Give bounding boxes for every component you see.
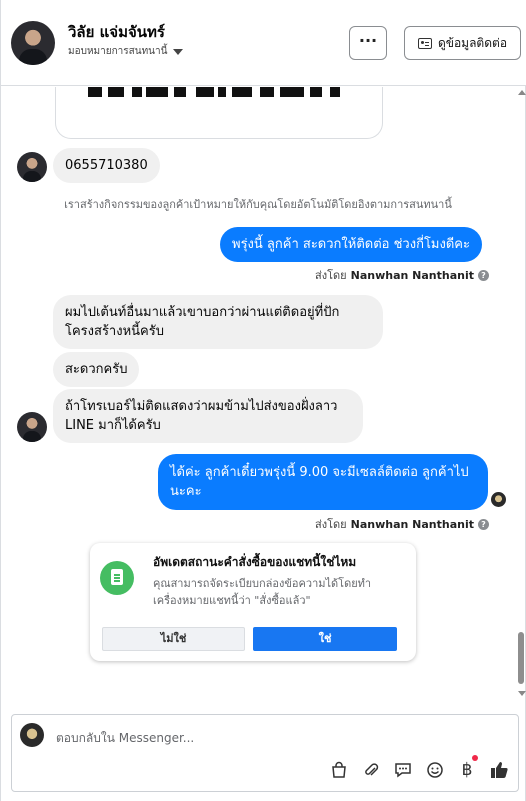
assign-conversation-dropdown[interactable]: มอบหมายการสนทนานี้ <box>68 44 184 59</box>
outgoing-message[interactable]: พรุ่งนี้ ลูกค้า สะดวกให้ติดต่อ ช่วงกี่โม… <box>220 227 482 262</box>
scroll-up-arrow-icon[interactable] <box>518 90 526 95</box>
page-avatar <box>20 723 44 747</box>
prompt-title: อัพเดตสถานะคำสั่งซื้อของแชทนี้ใช่ไหม <box>153 555 357 569</box>
help-icon[interactable]: ? <box>478 269 489 281</box>
contact-avatar-small <box>17 412 47 442</box>
sent-by-name[interactable]: Nanwhan Nanthanit <box>351 269 474 282</box>
caret-down-icon <box>173 48 184 55</box>
payment-icon[interactable]: ฿ <box>456 759 478 781</box>
no-button[interactable]: ไม่ใช่ <box>102 627 245 651</box>
sent-by-name[interactable]: Nanwhan Nanthanit <box>351 518 474 531</box>
yes-button[interactable]: ใช่ <box>253 627 397 651</box>
contact-avatar[interactable] <box>11 21 55 65</box>
shopping-bag-icon[interactable] <box>328 759 350 781</box>
thread-scrollbar[interactable] <box>515 87 526 699</box>
conversation-header: วิลัย แจ่มจันทร์ มอบหมายการสนทนานี้ ··· … <box>1 0 526 86</box>
contact-name[interactable]: วิลัย แจ่มจันทร์ <box>68 20 165 44</box>
order-status-prompt: อัพเดตสถานะคำสั่งซื้อของแชทนี้ใช่ไหม คุณ… <box>90 543 416 661</box>
reply-input[interactable]: ตอบกลับใน Messenger... <box>56 729 194 748</box>
order-list-icon <box>100 561 134 595</box>
incoming-message[interactable]: ถ้าโทรเบอร์ไม่ติดแสดงว่าผมข้ามไปส่งของฝั… <box>53 389 363 443</box>
attachment-icon[interactable] <box>360 759 382 781</box>
view-contact-label: ดูข้อมูลติดต่อ <box>437 35 508 50</box>
more-options-button[interactable]: ··· <box>349 26 387 60</box>
messenger-inbox-window: วิลัย แจ่มจันทร์ มอบหมายการสนทนานี้ ··· … <box>0 0 526 801</box>
assign-label: มอบหมายการสนทนานี้ <box>68 46 168 57</box>
scroll-down-arrow-icon[interactable] <box>518 691 526 696</box>
sent-by-label: ส่งโดย Nanwhan Nanthanit ? <box>315 515 489 533</box>
saved-reply-icon[interactable] <box>392 759 414 781</box>
emoji-icon[interactable] <box>424 759 446 781</box>
like-icon[interactable] <box>488 759 510 781</box>
system-notice: เราสร้างกิจกรรมของลูกค้าเป้าหมายให้กับคุ… <box>64 198 452 211</box>
sent-by-label: ส่งโดย Nanwhan Nanthanit ? <box>315 266 489 284</box>
prompt-body: คุณสามารถจัดระเบียบกล่องข้อความได้โดยทำเ… <box>153 577 372 607</box>
qr-code-image <box>88 87 344 97</box>
incoming-message[interactable]: ผมไปเต้นท์อื่นมาแล้วเขาบอกว่าผ่านแต่ติดอ… <box>53 295 383 349</box>
notification-dot <box>472 755 478 761</box>
sent-by-prefix: ส่งโดย <box>315 518 347 531</box>
scrollbar-thumb[interactable] <box>518 632 524 684</box>
message-thread[interactable]: 0655710380 เราสร้างกิจกรรมของลูกค้าเป้าห… <box>1 87 515 699</box>
view-contact-button[interactable]: ดูข้อมูลติดต่อ <box>404 26 521 60</box>
qr-code-attachment[interactable] <box>55 87 383 139</box>
contact-avatar-small <box>17 152 47 182</box>
sent-by-prefix: ส่งโดย <box>315 269 347 282</box>
message-composer: ตอบกลับใน Messenger... ฿ <box>11 714 519 792</box>
outgoing-message[interactable]: ได้ค่ะ ลูกค้าเดี๋ยวพรุ่งนี้ 9.00 จะมีเซล… <box>158 454 488 510</box>
incoming-message[interactable]: 0655710380 <box>53 148 160 183</box>
incoming-message[interactable]: สะดวกครับ <box>53 352 140 387</box>
contact-card-icon <box>417 37 432 49</box>
help-icon[interactable]: ? <box>478 518 489 530</box>
agent-avatar-small <box>491 492 506 507</box>
